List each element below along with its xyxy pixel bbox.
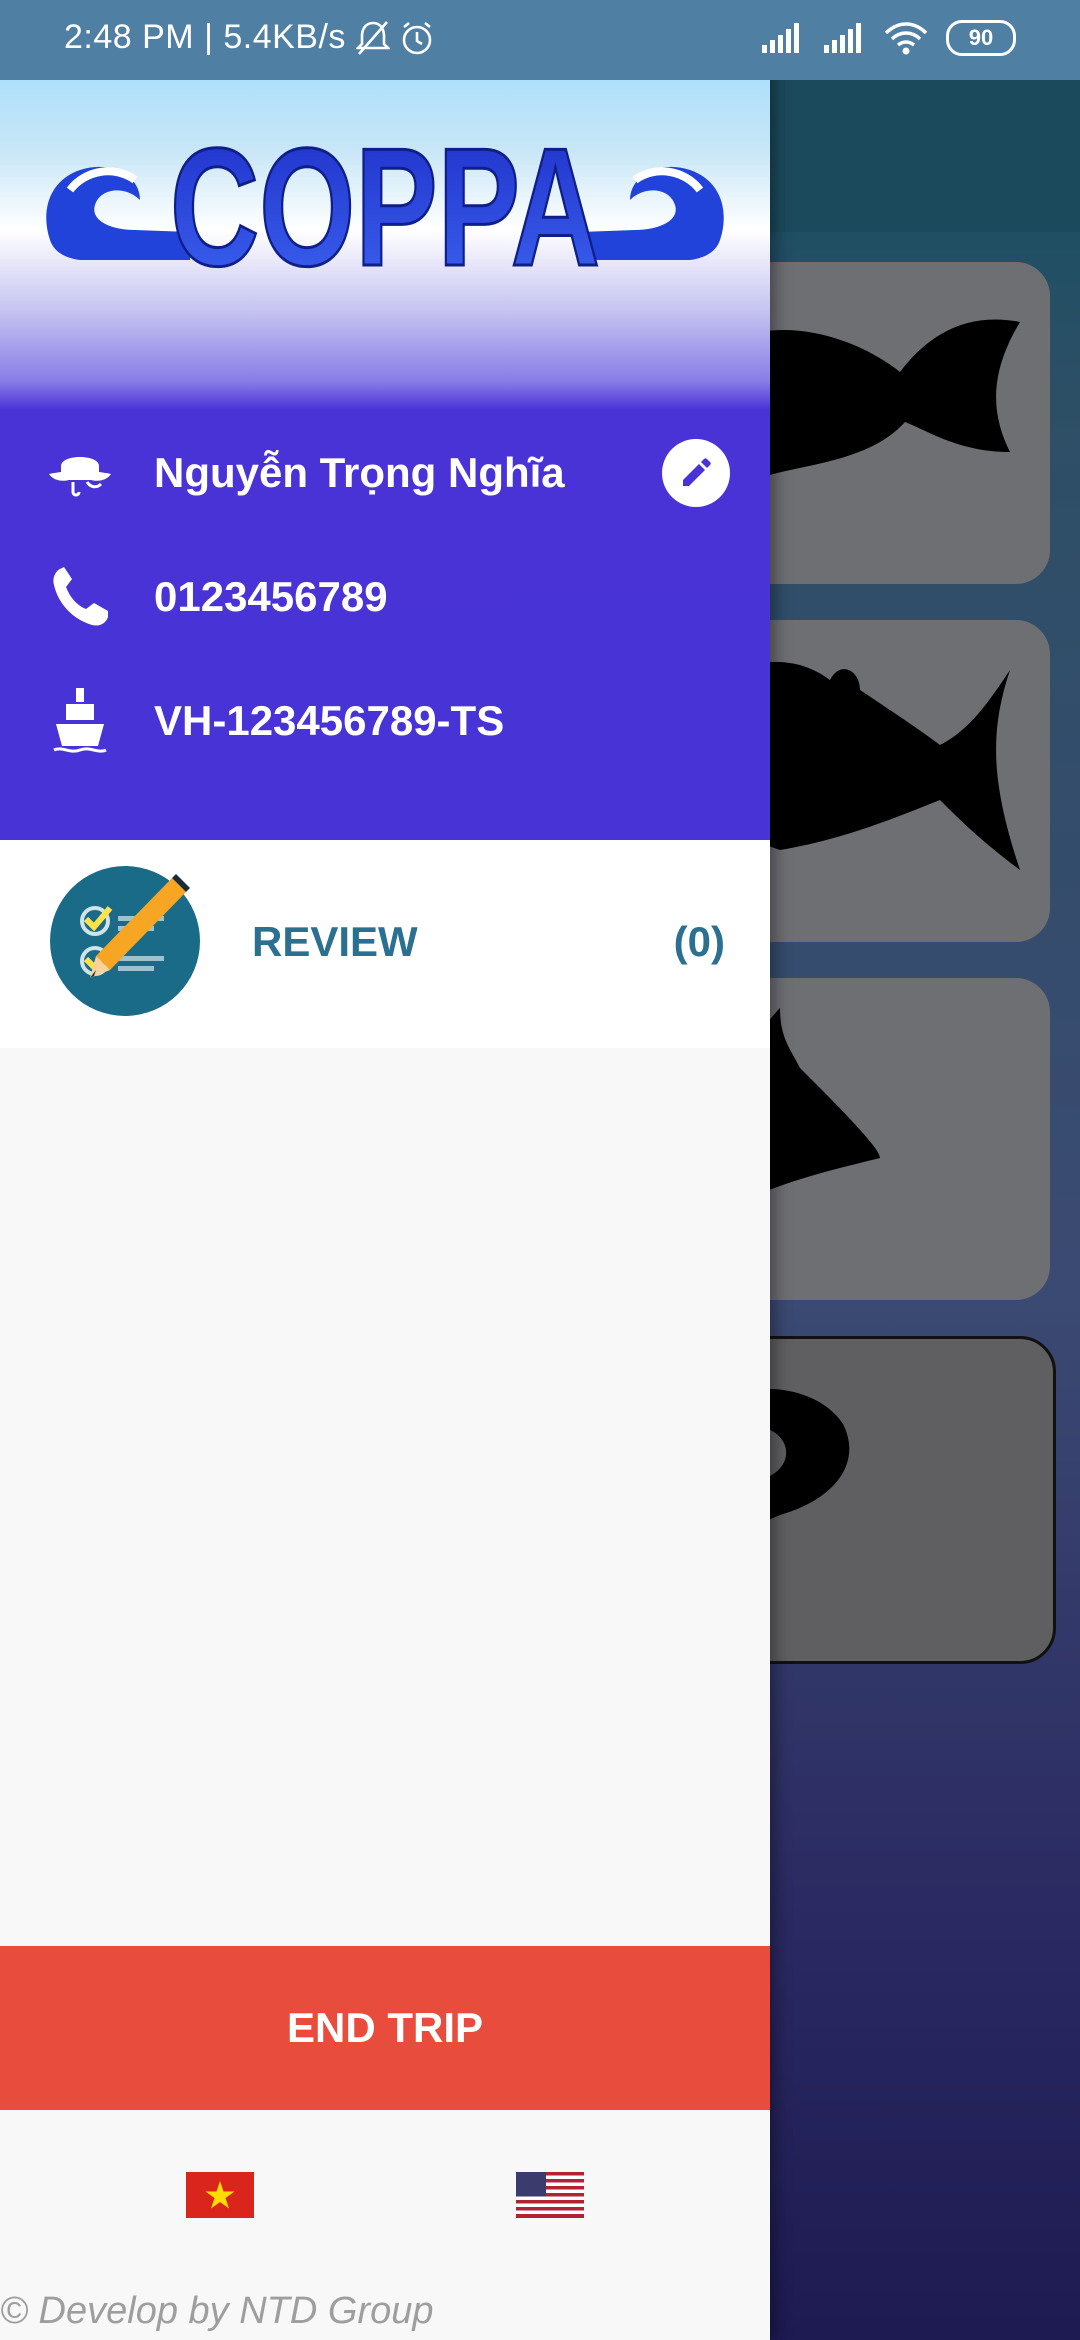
review-count: (0)	[673, 918, 725, 965]
usa-flag-icon[interactable]	[516, 2172, 584, 2218]
fisherman-hat-icon	[40, 433, 120, 513]
vessel-id: VH-123456789-TS	[154, 697, 505, 744]
vietnam-flag-icon[interactable]	[186, 2172, 254, 2218]
review-checklist-icon	[50, 866, 200, 1016]
footer-credit: © Develop by NTD Group	[0, 2290, 434, 2332]
bell-muted-icon	[355, 20, 390, 55]
end-trip-button[interactable]: END TRIP	[0, 1946, 770, 2110]
drawer-header: COPPA Nguyễn Trọng Nghĩa 0123456789 VH-1…	[0, 80, 770, 840]
vessel-row: VH-123456789-TS	[40, 676, 730, 766]
status-time-speed: 2:48 PM | 5.4KB/s	[64, 18, 346, 56]
signal-icon	[762, 23, 799, 53]
status-left: 2:48 PM | 5.4KB/s	[64, 18, 434, 57]
signal-icon	[824, 23, 861, 53]
status-bar: 2:48 PM | 5.4KB/s 90	[0, 0, 1080, 80]
battery-indicator: 90	[946, 20, 1016, 56]
wifi-icon	[884, 22, 928, 55]
navigation-drawer: COPPA Nguyễn Trọng Nghĩa 0123456789 VH-1…	[0, 0, 770, 2340]
alarm-clock-icon	[402, 21, 432, 54]
user-name: Nguyễn Trọng Nghĩa	[154, 449, 565, 496]
status-right: 90	[760, 20, 1016, 56]
phone-icon	[40, 557, 120, 637]
coppa-logo: COPPA	[46, 120, 724, 280]
phone-row: 0123456789	[40, 552, 730, 642]
phone-number: 0123456789	[154, 573, 388, 620]
edit-profile-button[interactable]	[662, 439, 730, 507]
ship-icon	[40, 681, 120, 761]
user-name-row: Nguyễn Trọng Nghĩa	[40, 428, 730, 518]
edit-pencil-icon	[683, 458, 711, 486]
menu-item-review[interactable]: REVIEW (0)	[0, 840, 770, 1048]
logo-text: COPPA	[170, 120, 600, 280]
review-label: REVIEW	[252, 918, 418, 965]
